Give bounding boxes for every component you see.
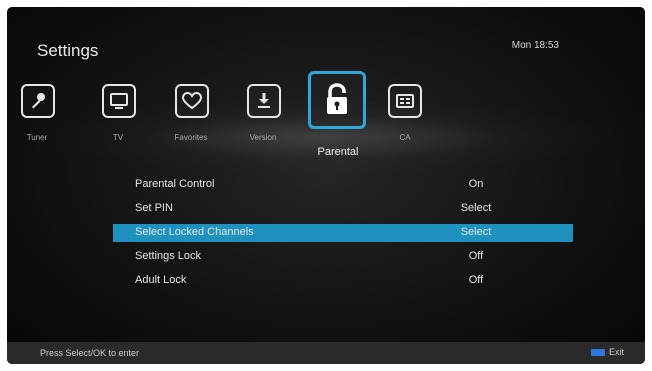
nav-label-version: Version (249, 133, 277, 142)
setting-row-parental-control[interactable]: Parental Control On (113, 176, 573, 194)
setting-label: Parental Control (135, 178, 215, 190)
heart-icon (182, 91, 202, 110)
clock: Mon 18:53 (511, 40, 559, 51)
page-title: Settings (37, 41, 99, 60)
setting-row-settings-lock[interactable]: Settings Lock Off (113, 248, 573, 266)
nav-item-tuner[interactable] (21, 84, 55, 118)
setting-value: Off (468, 274, 484, 286)
nav-label-ca: CA (399, 133, 411, 142)
nav-label-tv: TV (112, 133, 124, 142)
tv-screen: Settings Mon 18:53 Tuner TV Favorites Ve… (7, 7, 645, 364)
nav-label-tuner: Tuner (26, 133, 48, 142)
footer-hint: Press Select/OK to enter (40, 348, 140, 358)
setting-value: Off (468, 250, 484, 262)
exit-button-icon[interactable] (591, 349, 605, 356)
setting-value: Select (460, 202, 492, 214)
setting-row-adult-lock[interactable]: Adult Lock Off (113, 272, 573, 290)
nav-label-favorites: Favorites (174, 133, 208, 142)
nav-item-ca[interactable] (388, 84, 422, 118)
microphone-icon (32, 93, 45, 109)
setting-label: Set PIN (135, 202, 173, 214)
footer-bar: Press Select/OK to enter Exit (7, 342, 645, 364)
card-icon (396, 94, 414, 108)
lock-icon (327, 83, 347, 114)
setting-row-select-locked-channels[interactable]: Select Locked Channels Select (113, 224, 573, 242)
nav-label-parental: Parental (317, 146, 359, 158)
setting-label: Select Locked Channels (135, 226, 254, 238)
setting-label: Settings Lock (135, 250, 202, 262)
download-icon (258, 93, 270, 108)
tv-icon (110, 93, 128, 109)
nav-item-parental[interactable] (308, 71, 366, 129)
setting-value: On (468, 178, 484, 190)
setting-row-set-pin[interactable]: Set PIN Select (113, 200, 573, 218)
setting-label: Adult Lock (135, 274, 187, 286)
nav-item-favorites[interactable] (175, 84, 209, 118)
nav-item-version[interactable] (247, 84, 281, 118)
exit-label[interactable]: Exit (609, 347, 624, 357)
nav-item-tv[interactable] (102, 84, 136, 118)
setting-value: Select (460, 226, 492, 238)
